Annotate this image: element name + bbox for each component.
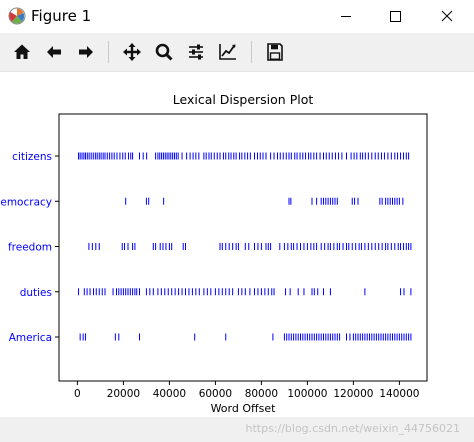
arrow-right-icon bbox=[79, 46, 93, 58]
matplotlib-logo-icon bbox=[8, 7, 26, 25]
window-titlebar: Figure 1 bbox=[0, 0, 474, 33]
x-axis-label: Word Offset bbox=[211, 402, 277, 415]
series-duties bbox=[78, 288, 412, 296]
x-tick-label: 60000 bbox=[199, 388, 232, 400]
toolbar-separator bbox=[108, 41, 109, 63]
chart-title: Lexical Dispersion Plot bbox=[173, 92, 314, 107]
save-button[interactable] bbox=[261, 38, 289, 66]
edit-axis-button[interactable] bbox=[214, 38, 242, 66]
minimize-icon bbox=[341, 16, 351, 17]
x-tick-label: 0 bbox=[74, 388, 81, 400]
home-button[interactable] bbox=[8, 38, 36, 66]
series-citizens bbox=[78, 152, 410, 160]
window-title: Figure 1 bbox=[31, 7, 92, 25]
zoom-button[interactable] bbox=[150, 38, 178, 66]
toolbar-separator bbox=[251, 41, 252, 63]
minimize-button[interactable] bbox=[323, 0, 369, 33]
y-tick-label: democracy bbox=[0, 196, 52, 208]
y-tick-label: duties bbox=[20, 287, 52, 299]
series-democracy bbox=[125, 197, 404, 205]
forward-button[interactable] bbox=[72, 38, 100, 66]
y-tick-label: citizens bbox=[12, 151, 52, 163]
close-icon bbox=[441, 10, 453, 22]
navigation-toolbar bbox=[0, 33, 474, 72]
home-icon bbox=[14, 44, 30, 59]
x-tick-label: 100000 bbox=[287, 388, 327, 400]
line-chart-icon bbox=[219, 44, 236, 60]
status-bar: https://blog.csdn.net/weixin_44756021 bbox=[0, 417, 474, 442]
x-tick-label: 140000 bbox=[379, 388, 419, 400]
move-icon bbox=[123, 43, 141, 61]
magnifier-icon bbox=[155, 43, 173, 61]
dispersion-plot: Lexical Dispersion Plot citizens democrac… bbox=[0, 92, 428, 415]
x-tick-label: 20000 bbox=[107, 388, 140, 400]
arrow-left-icon bbox=[47, 46, 61, 58]
maximize-button[interactable] bbox=[372, 0, 418, 33]
watermark-text: https://blog.csdn.net/weixin_44756021 bbox=[245, 422, 460, 435]
x-tick-label: 80000 bbox=[245, 388, 278, 400]
maximize-icon bbox=[390, 11, 401, 22]
y-tick-label: freedom bbox=[8, 242, 52, 254]
back-button[interactable] bbox=[40, 38, 68, 66]
figure-canvas[interactable]: Lexical Dispersion Plot citizens democrac… bbox=[0, 72, 474, 417]
configure-subplots-button[interactable] bbox=[182, 38, 210, 66]
sliders-icon bbox=[189, 44, 203, 60]
series-freedom bbox=[88, 243, 412, 250]
y-tick-label: America bbox=[9, 332, 52, 344]
series-America bbox=[79, 333, 412, 341]
close-button[interactable] bbox=[424, 0, 470, 33]
x-tick-label: 40000 bbox=[153, 388, 186, 400]
pan-button[interactable] bbox=[118, 38, 146, 66]
floppy-disk-icon bbox=[267, 43, 283, 61]
x-tick-label: 120000 bbox=[333, 388, 373, 400]
